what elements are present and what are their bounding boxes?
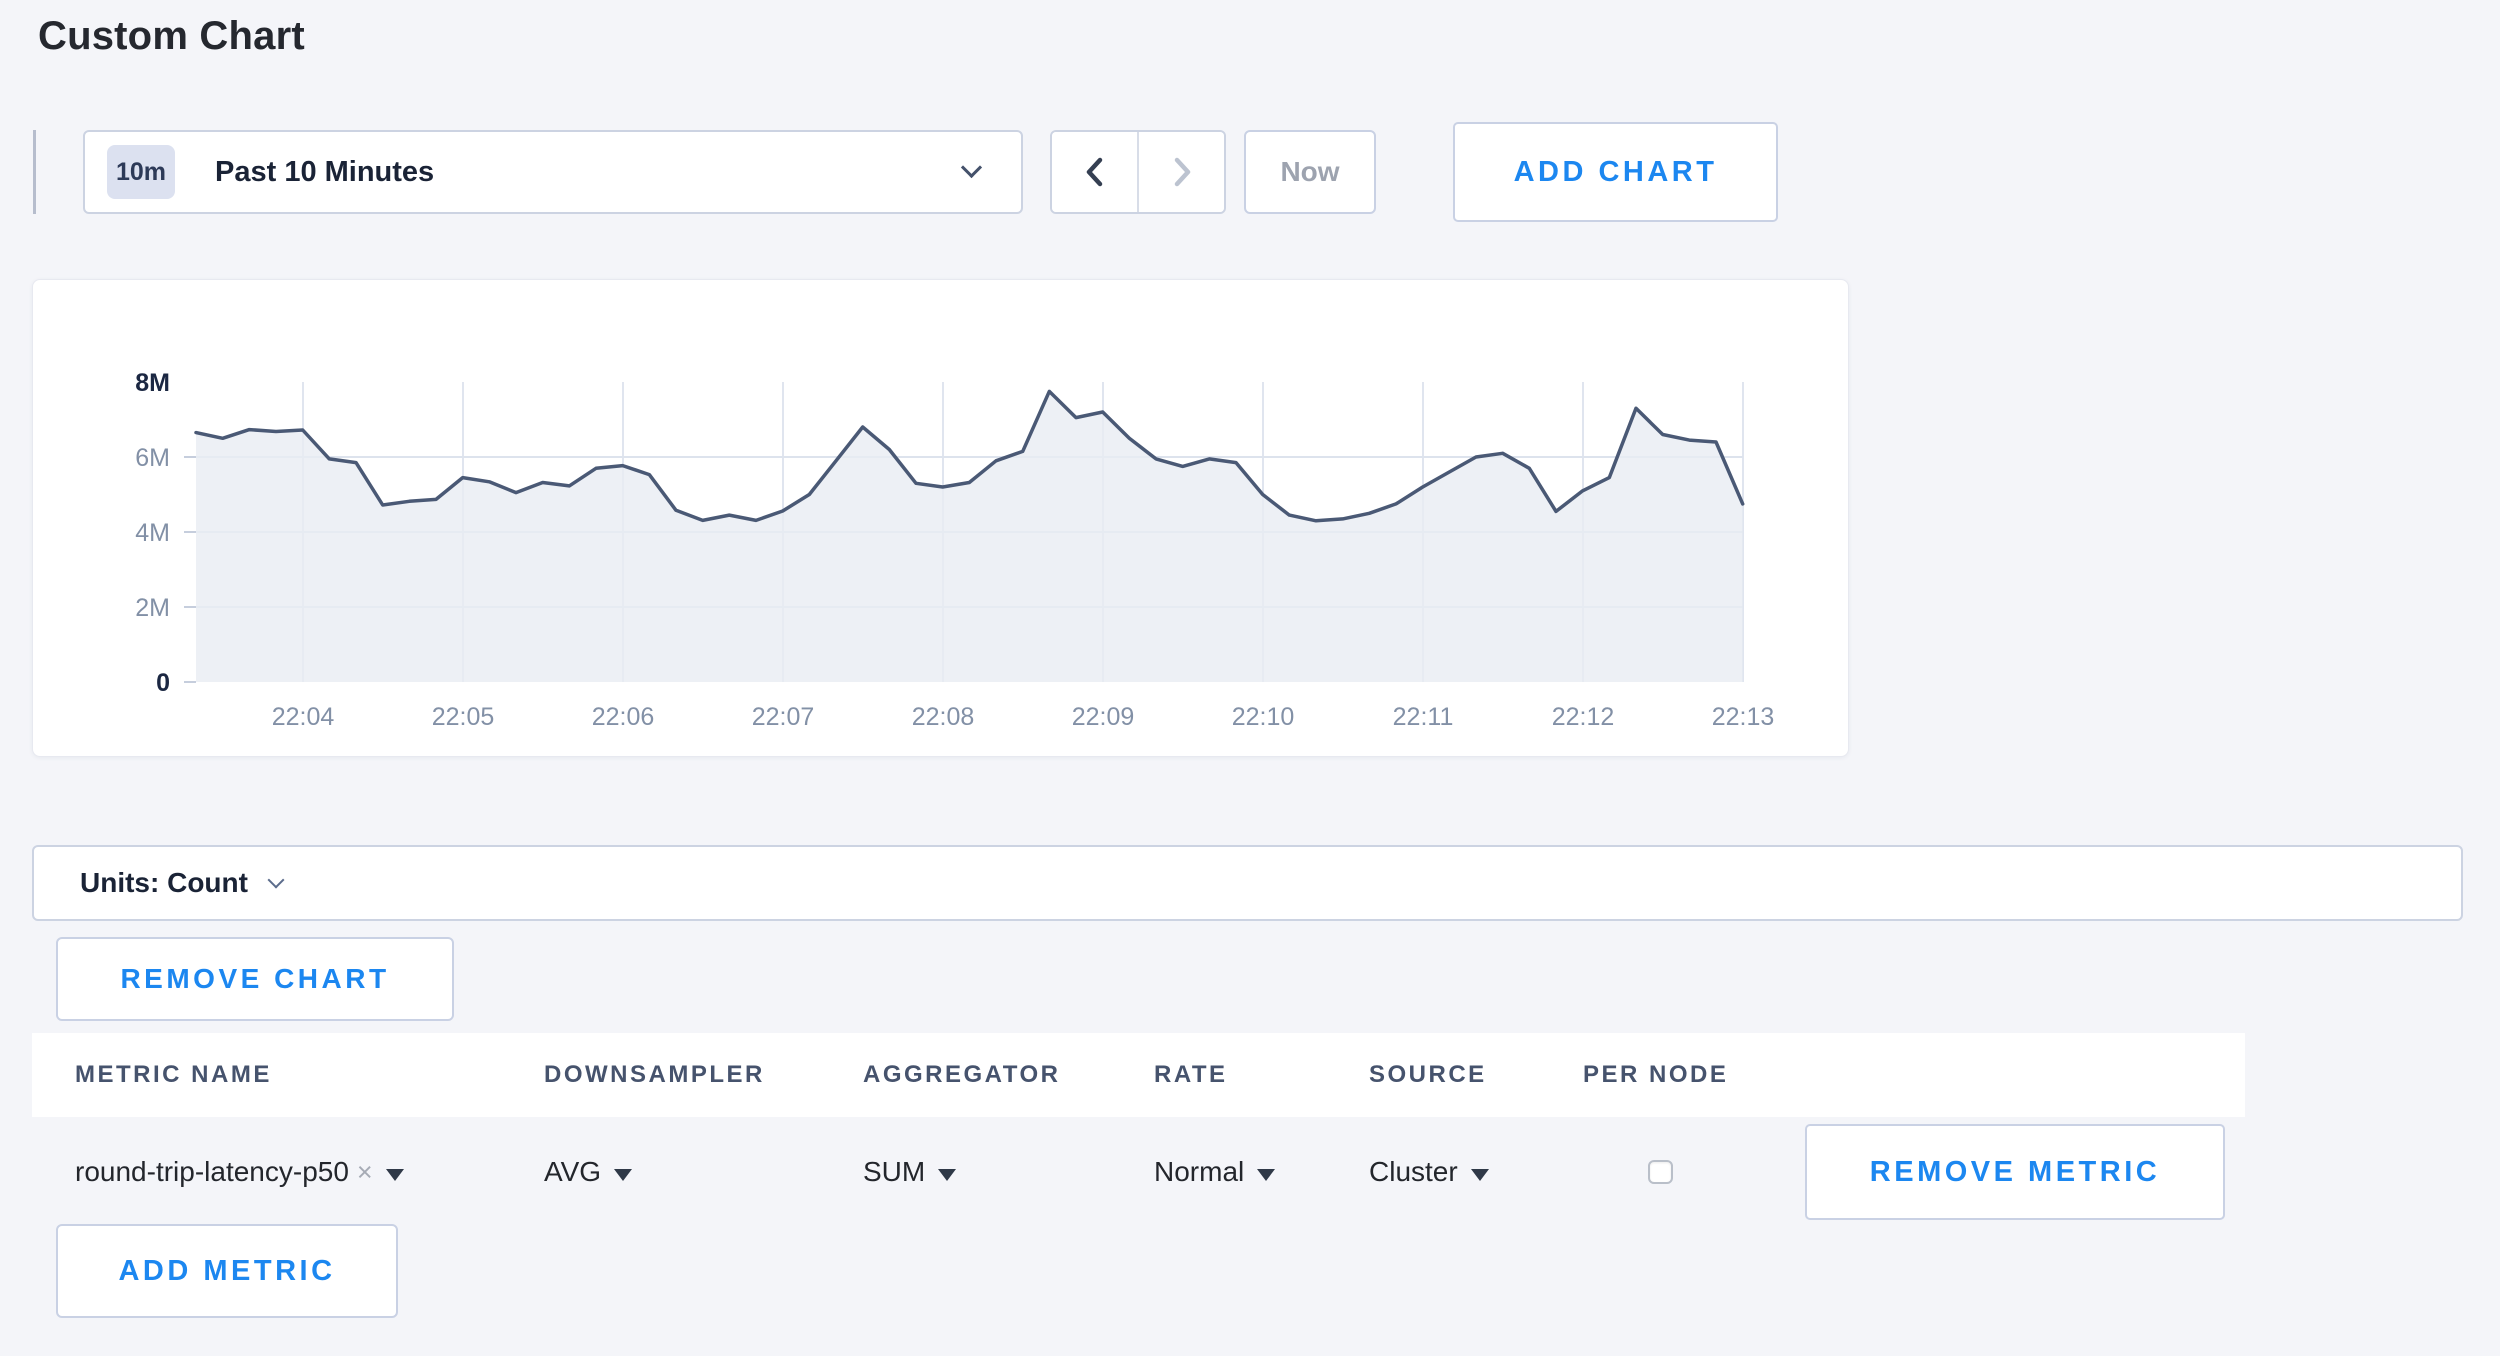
timewindow-arrow-group: [1050, 130, 1226, 214]
aggregator-value: SUM: [863, 1156, 925, 1187]
chevron-left-icon: [1081, 153, 1109, 191]
svg-text:22:09: 22:09: [1072, 703, 1135, 731]
metrics-table-header: METRIC NAME DOWNSAMPLER AGGREGATOR RATE …: [32, 1033, 2245, 1117]
svg-text:0: 0: [156, 669, 170, 697]
header-metric-name: METRIC NAME: [75, 1033, 272, 1117]
header-aggregator: AGGREGATOR: [863, 1033, 1060, 1117]
time-scale-label: Past 10 Minutes: [215, 156, 434, 189]
svg-text:6M: 6M: [135, 444, 170, 472]
remove-chart-button[interactable]: REMOVE CHART: [56, 937, 454, 1021]
clear-icon[interactable]: ×: [357, 1157, 373, 1187]
timeseries-area-chart[interactable]: 8M 6M 4M 2M 0 22:04 22:05 22:06 22:07 22:08 22:09 2…: [33, 280, 1850, 758]
units-dropdown[interactable]: Units: Count: [32, 845, 2463, 921]
svg-text:22:12: 22:12: [1552, 703, 1615, 731]
header-rate: RATE: [1154, 1033, 1228, 1117]
svg-text:22:06: 22:06: [592, 703, 655, 731]
chevron-down-icon: [961, 156, 982, 177]
chart-card: 8M 6M 4M 2M 0 22:04 22:05 22:06 22:07 22:08 22:09 2…: [32, 279, 1849, 757]
metric-name-select[interactable]: round-trip-latency-p50 ×: [75, 1117, 404, 1227]
add-metric-button[interactable]: ADD METRIC: [56, 1224, 398, 1318]
svg-text:22:13: 22:13: [1712, 703, 1775, 731]
svg-text:22:08: 22:08: [912, 703, 975, 731]
time-scale-dropdown[interactable]: 10m Past 10 Minutes: [83, 130, 1023, 214]
rate-select[interactable]: Normal: [1154, 1117, 1275, 1227]
metric-name-value: round-trip-latency-p50: [75, 1156, 349, 1187]
source-value: Cluster: [1369, 1156, 1458, 1187]
svg-text:22:05: 22:05: [432, 703, 495, 731]
svg-text:8M: 8M: [135, 369, 170, 397]
time-scale-badge: 10m: [107, 145, 175, 199]
remove-metric-button[interactable]: REMOVE METRIC: [1805, 1124, 2225, 1220]
now-button[interactable]: Now: [1244, 130, 1376, 214]
svg-text:22:11: 22:11: [1393, 703, 1454, 731]
next-timewindow-button[interactable]: [1137, 132, 1224, 212]
custom-chart-page: Custom Chart 10m Past 10 Minutes Now ADD…: [0, 0, 2500, 1356]
caret-down-icon: [1471, 1169, 1489, 1181]
header-per-node: PER NODE: [1583, 1033, 1728, 1117]
downsampler-select[interactable]: AVG: [544, 1117, 632, 1227]
caret-down-icon: [614, 1169, 632, 1181]
prev-timewindow-button[interactable]: [1052, 132, 1137, 212]
per-node-checkbox[interactable]: [1648, 1160, 1673, 1184]
svg-text:22:07: 22:07: [752, 703, 815, 731]
units-label: Units: Count: [80, 867, 248, 899]
header-downsampler: DOWNSAMPLER: [544, 1033, 765, 1117]
caret-down-icon: [386, 1169, 404, 1181]
header-source: SOURCE: [1369, 1033, 1487, 1117]
chevron-down-icon: [267, 872, 284, 889]
add-chart-button[interactable]: ADD CHART: [1453, 122, 1778, 222]
svg-text:22:10: 22:10: [1232, 703, 1295, 731]
svg-text:22:04: 22:04: [272, 703, 335, 731]
page-title: Custom Chart: [38, 14, 305, 59]
rate-value: Normal: [1154, 1156, 1244, 1187]
metric-row: round-trip-latency-p50 × AVG SUM Normal C…: [32, 1117, 2245, 1227]
svg-text:4M: 4M: [135, 519, 170, 547]
caret-down-icon: [938, 1169, 956, 1181]
chevron-right-icon: [1168, 153, 1196, 191]
source-select[interactable]: Cluster: [1369, 1117, 1489, 1227]
downsampler-value: AVG: [544, 1156, 601, 1187]
toolbar-left-rule: [33, 130, 36, 214]
caret-down-icon: [1257, 1169, 1275, 1181]
svg-text:2M: 2M: [135, 594, 170, 622]
aggregator-select[interactable]: SUM: [863, 1117, 956, 1227]
